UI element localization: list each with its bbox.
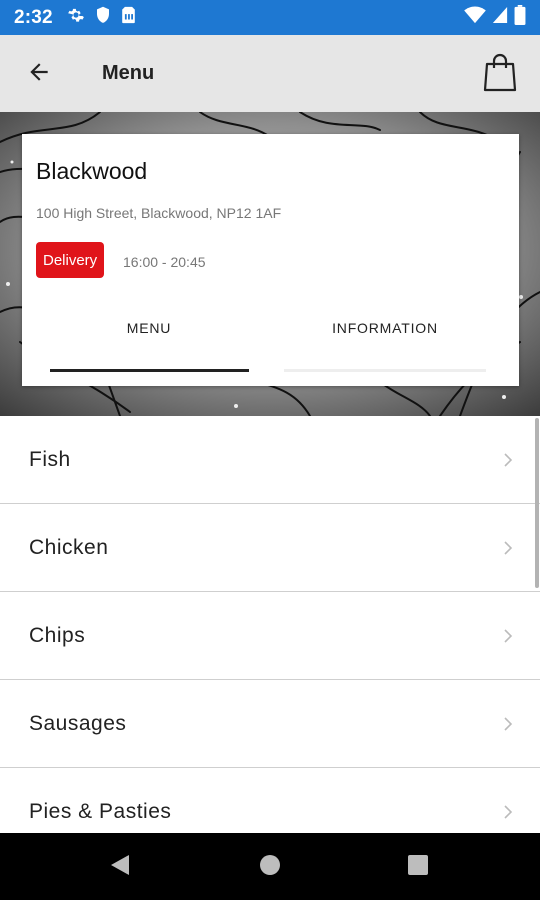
chevron-right-icon xyxy=(503,804,513,825)
chevron-right-icon xyxy=(503,716,513,737)
chevron-right-icon xyxy=(503,452,513,473)
menu-category-chips[interactable]: Chips xyxy=(0,592,540,680)
back-button[interactable] xyxy=(22,57,56,91)
gear-icon xyxy=(67,6,85,29)
menu-category-label: Chicken xyxy=(29,535,109,559)
menu-category-label: Sausages xyxy=(29,711,127,735)
shield-icon xyxy=(95,6,111,29)
status-left-icons xyxy=(67,6,136,29)
shopping-bag-icon xyxy=(483,52,517,97)
circle-home-icon xyxy=(259,854,281,881)
menu-category-label: Chips xyxy=(29,623,86,647)
square-recents-icon xyxy=(407,854,429,881)
cart-button[interactable] xyxy=(480,52,520,96)
menu-category-list: Fish Chicken Chips Sausages Pies & Pasti… xyxy=(0,416,540,856)
menu-category-chicken[interactable]: Chicken xyxy=(0,504,540,592)
delivery-hours: 16:00 - 20:45 xyxy=(123,254,206,270)
sim-card-icon xyxy=(121,6,136,29)
scrollbar[interactable] xyxy=(535,418,539,588)
battery-icon xyxy=(514,5,526,30)
tab-menu[interactable]: MENU xyxy=(50,320,248,336)
status-right-icons xyxy=(464,5,526,30)
nav-home-button[interactable] xyxy=(256,853,284,881)
store-card: Blackwood 100 High Street, Blackwood, NP… xyxy=(22,134,519,386)
menu-category-fish[interactable]: Fish xyxy=(0,416,540,504)
app-bar: Menu xyxy=(0,35,540,112)
arrow-left-icon xyxy=(26,59,52,90)
system-nav-bar xyxy=(0,833,540,900)
status-bar: 2:32 xyxy=(0,0,540,35)
nav-recents-button[interactable] xyxy=(404,853,432,881)
triangle-back-icon xyxy=(109,853,131,882)
nav-back-button[interactable] xyxy=(106,853,134,881)
wifi-icon xyxy=(464,6,486,29)
status-time: 2:32 xyxy=(14,6,53,28)
tab-indicator-active xyxy=(50,369,249,372)
menu-category-sausages[interactable]: Sausages xyxy=(0,680,540,768)
store-name: Blackwood xyxy=(36,158,148,184)
page-title: Menu xyxy=(102,62,155,84)
menu-category-label: Pies & Pasties xyxy=(29,799,172,823)
store-address: 100 High Street, Blackwood, NP12 1AF xyxy=(36,205,282,221)
tab-information[interactable]: INFORMATION xyxy=(284,320,486,336)
menu-category-label: Fish xyxy=(29,447,71,471)
chevron-right-icon xyxy=(503,628,513,649)
chevron-right-icon xyxy=(503,540,513,561)
tab-indicator-inactive xyxy=(284,369,486,372)
signal-icon xyxy=(492,6,508,29)
delivery-badge: Delivery xyxy=(36,242,105,278)
